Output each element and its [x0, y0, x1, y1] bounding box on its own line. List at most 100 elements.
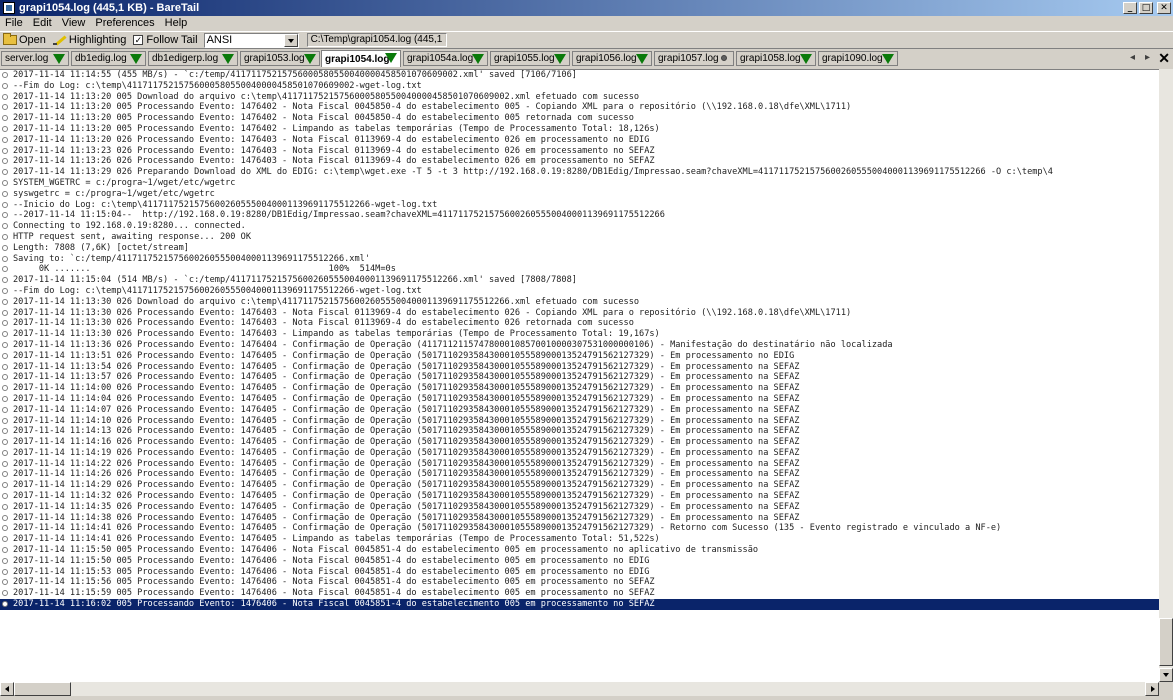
- log-line[interactable]: --Fim do Log: c:\temp\411711752157560026…: [0, 286, 1159, 297]
- log-line[interactable]: 2017-11-14 11:13:29 026 Preparando Downl…: [0, 167, 1159, 178]
- horizontal-scrollbar[interactable]: [0, 682, 1159, 696]
- scroll-left-icon[interactable]: [0, 682, 14, 696]
- arrow-down-icon: [304, 54, 316, 64]
- tab-grapi1053-log[interactable]: grapi1053.log: [240, 51, 320, 66]
- log-line[interactable]: HTTP request sent, awaiting response... …: [0, 232, 1159, 243]
- log-line[interactable]: 2017-11-14 11:15:56 005 Processando Even…: [0, 577, 1159, 588]
- tab-grapi1056-log[interactable]: grapi1056.log: [572, 51, 652, 66]
- menu-preferences[interactable]: Preferences: [90, 16, 159, 31]
- log-line[interactable]: 2017-11-14 11:14:16 026 Processando Even…: [0, 437, 1159, 448]
- log-line[interactable]: 2017-11-14 11:14:55 (455 MB/s) - `c:/tem…: [0, 70, 1159, 81]
- tab-grapi1057-log[interactable]: grapi1057.log: [654, 51, 734, 66]
- log-line[interactable]: SYSTEM_WGETRC = c:/progra~1/wget/etc/wge…: [0, 178, 1159, 189]
- log-line[interactable]: 2017-11-14 11:15:04 (514 MB/s) - `c:/tem…: [0, 275, 1159, 286]
- log-line[interactable]: 0K ....... 100% 514M=0s: [0, 264, 1159, 275]
- log-line[interactable]: 2017-11-14 11:15:50 005 Processando Even…: [0, 545, 1159, 556]
- scroll-down-icon[interactable]: [1159, 668, 1173, 682]
- log-line[interactable]: 2017-11-14 11:14:19 026 Processando Even…: [0, 448, 1159, 459]
- log-line[interactable]: 2017-11-14 11:13:57 026 Processando Even…: [0, 372, 1159, 383]
- log-line[interactable]: 2017-11-14 11:14:22 026 Processando Even…: [0, 459, 1159, 470]
- log-line[interactable]: 2017-11-14 11:13:30 026 Processando Even…: [0, 329, 1159, 340]
- follow-tail-checkbox[interactable]: ✓: [133, 35, 144, 45]
- highlighting-button[interactable]: Highlighting: [52, 34, 127, 46]
- close-button[interactable]: ✕: [1157, 2, 1171, 14]
- log-line[interactable]: 2017-11-14 11:13:30 026 Processando Even…: [0, 308, 1159, 319]
- close-tab-icon[interactable]: ✕: [1158, 50, 1170, 67]
- menu-view[interactable]: View: [57, 16, 91, 31]
- log-line[interactable]: 2017-11-14 11:14:04 026 Processando Even…: [0, 394, 1159, 405]
- log-line[interactable]: 2017-11-14 11:14:26 026 Processando Even…: [0, 469, 1159, 480]
- log-line[interactable]: 2017-11-14 11:13:20 026 Processando Even…: [0, 135, 1159, 146]
- log-line[interactable]: 2017-11-14 11:13:36 026 Processando Even…: [0, 340, 1159, 351]
- scroll-right-icon[interactable]: [1145, 682, 1159, 696]
- menu-file[interactable]: File: [0, 16, 28, 31]
- tab-grapi1054-log[interactable]: grapi1054.log: [321, 50, 401, 67]
- log-line[interactable]: Connecting to 192.168.0.19:8280... conne…: [0, 221, 1159, 232]
- log-line[interactable]: 2017-11-14 11:14:35 026 Processando Even…: [0, 502, 1159, 513]
- log-line[interactable]: --Inicio do Log: c:\temp\411711752157560…: [0, 200, 1159, 211]
- maximize-button[interactable]: □: [1139, 2, 1153, 14]
- title-bar[interactable]: grapi1054.log (445,1 KB) - BareTail _ □ …: [0, 0, 1173, 16]
- log-line[interactable]: 2017-11-14 11:15:50 005 Processando Even…: [0, 556, 1159, 567]
- log-line[interactable]: 2017-11-14 11:15:53 005 Processando Even…: [0, 567, 1159, 578]
- vertical-scrollbar[interactable]: [1159, 69, 1173, 682]
- vertical-scroll-thumb[interactable]: [1159, 618, 1173, 666]
- log-line[interactable]: 2017-11-14 11:13:51 026 Processando Even…: [0, 351, 1159, 362]
- log-line[interactable]: 2017-11-14 11:16:02 005 Processando Even…: [0, 599, 1159, 610]
- tab-label: grapi1055.log: [494, 53, 555, 64]
- file-path-display: C:\Temp\grapi1054.log (445,1 KB): [306, 33, 447, 47]
- highlighter-icon: [52, 34, 67, 46]
- size-grip[interactable]: [1159, 682, 1173, 696]
- menu-edit[interactable]: Edit: [28, 16, 57, 31]
- file-tab-bar: server.log db1edig.log db1edigerp.log gr…: [0, 50, 1173, 68]
- log-line[interactable]: 2017-11-14 11:13:20 005 Processando Even…: [0, 113, 1159, 124]
- tab-label: db1edig.log: [75, 53, 127, 64]
- tab-server-log[interactable]: server.log: [1, 51, 69, 66]
- log-line[interactable]: syswgetrc = c:/progra~1/wget/etc/wgetrc: [0, 189, 1159, 200]
- follow-tail-toggle[interactable]: ✓ Follow Tail: [133, 34, 198, 46]
- status-dot-icon: [721, 55, 727, 61]
- encoding-select[interactable]: ANSI: [203, 32, 299, 48]
- log-line[interactable]: 2017-11-14 11:13:30 026 Download do arqu…: [0, 297, 1159, 308]
- log-line[interactable]: 2017-11-14 11:14:32 026 Processando Even…: [0, 491, 1159, 502]
- tab-grapi1090-log[interactable]: grapi1090.log: [818, 51, 898, 66]
- tab-db1edigerp-log[interactable]: db1edigerp.log: [148, 51, 238, 66]
- log-line[interactable]: 2017-11-14 11:14:29 026 Processando Even…: [0, 480, 1159, 491]
- highlighting-label: Highlighting: [68, 34, 127, 46]
- tab-db1edig-log[interactable]: db1edig.log: [71, 51, 146, 66]
- chevron-down-icon[interactable]: [283, 33, 298, 47]
- tab-grapi1054a-log[interactable]: grapi1054a.log: [403, 51, 488, 66]
- menu-help[interactable]: Help: [160, 16, 193, 31]
- log-line[interactable]: 2017-11-14 11:14:07 026 Processando Even…: [0, 405, 1159, 416]
- log-line[interactable]: 2017-11-14 11:13:23 026 Processando Even…: [0, 146, 1159, 157]
- log-view[interactable]: 2017-11-14 11:14:55 (455 MB/s) - `c:/tem…: [0, 69, 1159, 682]
- log-line[interactable]: 2017-11-14 11:15:59 005 Processando Even…: [0, 588, 1159, 599]
- arrow-down-icon: [130, 54, 142, 64]
- log-line[interactable]: 2017-11-14 11:14:10 026 Processando Even…: [0, 416, 1159, 427]
- log-line[interactable]: 2017-11-14 11:13:54 026 Processando Even…: [0, 362, 1159, 373]
- horizontal-scroll-thumb[interactable]: [14, 682, 71, 696]
- minimize-button[interactable]: _: [1123, 2, 1137, 14]
- log-line[interactable]: Saving to: `c:/temp/41171175215756002605…: [0, 254, 1159, 265]
- log-line[interactable]: 2017-11-14 11:13:26 026 Processando Even…: [0, 156, 1159, 167]
- log-line[interactable]: 2017-11-14 11:14:38 026 Processando Even…: [0, 513, 1159, 524]
- log-line[interactable]: 2017-11-14 11:14:13 026 Processando Even…: [0, 426, 1159, 437]
- log-line[interactable]: 2017-11-14 11:13:20 005 Processando Even…: [0, 102, 1159, 113]
- tab-grapi1058-log[interactable]: grapi1058.log: [736, 51, 816, 66]
- tab-label: grapi1056.log: [576, 53, 637, 64]
- tab-prev-icon[interactable]: ◂: [1130, 52, 1135, 63]
- open-label: Open: [19, 34, 46, 46]
- log-line[interactable]: 2017-11-14 11:13:20 005 Download do arqu…: [0, 92, 1159, 103]
- app-icon[interactable]: [3, 2, 15, 14]
- log-line[interactable]: 2017-11-14 11:13:30 026 Processando Even…: [0, 318, 1159, 329]
- open-button[interactable]: Open: [3, 33, 46, 46]
- tab-next-icon[interactable]: ▸: [1145, 52, 1150, 63]
- log-line[interactable]: 2017-11-14 11:14:41 026 Processando Even…: [0, 523, 1159, 534]
- log-line[interactable]: 2017-11-14 11:13:20 005 Processando Even…: [0, 124, 1159, 135]
- log-line[interactable]: --2017-11-14 11:15:04-- http://192.168.0…: [0, 210, 1159, 221]
- tab-grapi1055-log[interactable]: grapi1055.log: [490, 51, 570, 66]
- log-line[interactable]: --Fim do Log: c:\temp\411711752157560005…: [0, 81, 1159, 92]
- log-line[interactable]: Length: 7808 (7,6K) [octet/stream]: [0, 243, 1159, 254]
- log-line[interactable]: 2017-11-14 11:14:41 026 Processando Even…: [0, 534, 1159, 545]
- log-line[interactable]: 2017-11-14 11:14:00 026 Processando Even…: [0, 383, 1159, 394]
